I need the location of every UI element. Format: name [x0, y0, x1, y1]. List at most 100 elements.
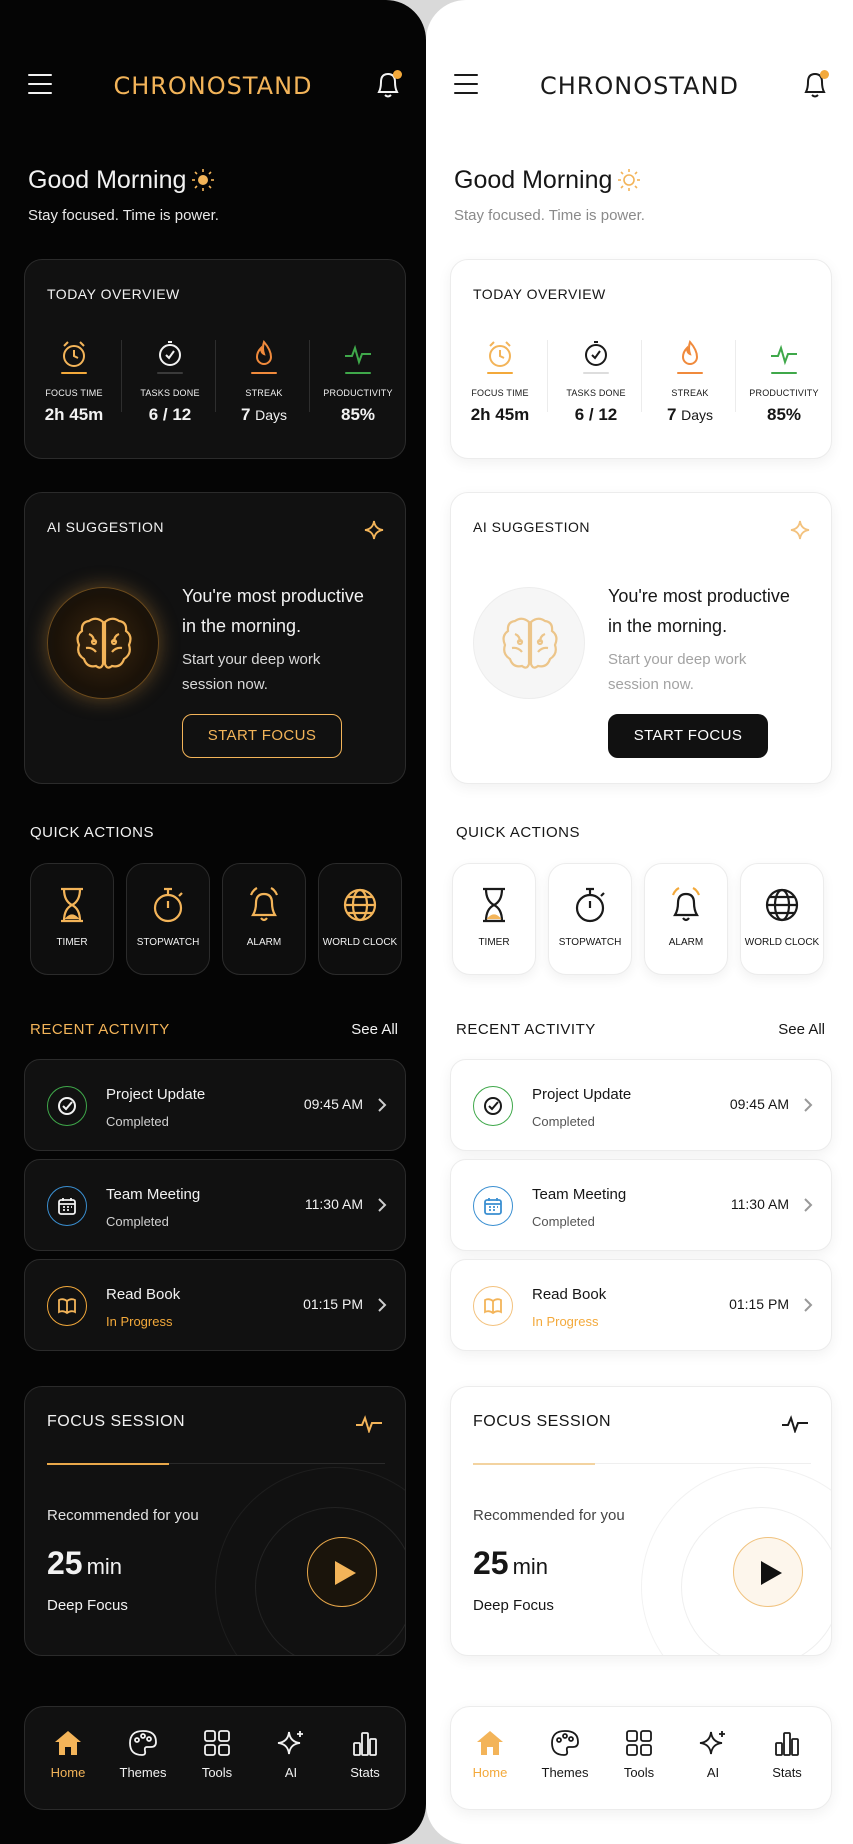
activity-time: 09:45 AM [303, 1096, 363, 1112]
activity-time: 11:30 AM [304, 1196, 363, 1212]
pulse-icon [356, 1415, 382, 1433]
alarm-clock-icon [489, 341, 511, 367]
stat-label: STREAK [671, 388, 709, 398]
play-button[interactable] [307, 1537, 377, 1607]
nav-tools[interactable]: Tools [604, 1729, 674, 1780]
activity-status: In Progress [532, 1314, 599, 1329]
nav-tools[interactable]: Tools [182, 1729, 252, 1780]
alarm-clock-icon [63, 341, 85, 367]
session-duration: 25 min [473, 1545, 549, 1581]
globe-icon [343, 888, 377, 922]
bottom-navigation: Home Themes Tools AI Stats [450, 1706, 832, 1810]
sparkle-icon [790, 520, 810, 540]
ai-suggestion-card: AI SUGGESTION You're most productive in … [450, 492, 832, 784]
start-focus-button[interactable]: START FOCUS [182, 714, 342, 758]
stat-tasks-done: TASKS DONE 6 / 12 [123, 338, 217, 425]
stat-underline [251, 372, 277, 374]
stat-value: 85% [766, 405, 802, 424]
flame-icon [255, 340, 273, 365]
quick-action-timer[interactable]: TIMER [30, 863, 114, 975]
sparkle-icon [277, 1731, 303, 1755]
quick-action-world-clock[interactable]: WORLD CLOCK [318, 863, 402, 975]
nav-label: Themes [119, 1765, 167, 1780]
ai-card-title: AI SUGGESTION [47, 519, 164, 535]
globe-icon [765, 888, 799, 922]
divider [641, 340, 642, 412]
focus-session-card: FOCUS SESSION Recommended for you 25 min … [24, 1386, 406, 1656]
divider [735, 340, 736, 412]
activity-item-team-meeting[interactable]: Team Meeting Completed 11:30 AM [24, 1159, 406, 1251]
pulse-icon [771, 344, 797, 366]
quick-action-stopwatch[interactable]: STOPWATCH [126, 863, 210, 975]
nav-stats[interactable]: Stats [330, 1729, 400, 1780]
notification-bell-icon[interactable] [801, 68, 829, 100]
quick-action-alarm[interactable]: ALARM [644, 863, 728, 975]
activity-name: Read Book [106, 1286, 181, 1303]
stat-value: 6 / 12 [148, 405, 192, 424]
chevron-right-icon [378, 1298, 387, 1312]
today-overview-card: TODAY OVERVIEW FOCUS TIME 2h 45m TASKS D… [450, 259, 832, 459]
ai-suggestion-card: AI SUGGESTION You're most productive in … [24, 492, 406, 784]
pulse-icon [782, 1415, 808, 1433]
activity-item-project-update[interactable]: Project Update Completed 09:45 AM [450, 1059, 832, 1151]
nav-label: Tools [201, 1765, 233, 1780]
stat-streak: STREAK 7 Days [643, 338, 737, 425]
divider [215, 340, 216, 412]
stat-productivity: PRODUCTIVITY 85% [737, 338, 831, 425]
stat-label: TASKS DONE [140, 388, 200, 398]
quick-action-stopwatch[interactable]: STOPWATCH [548, 863, 632, 975]
session-progress-line [473, 1462, 811, 1465]
ai-body: Start your deep work session now. [608, 651, 747, 693]
nav-stats[interactable]: Stats [752, 1729, 822, 1780]
activity-name: Team Meeting [106, 1186, 201, 1203]
brain-icon [502, 617, 558, 669]
activity-name: Project Update [106, 1086, 206, 1103]
hourglass-icon [61, 887, 83, 923]
check-circle-icon [47, 1086, 87, 1126]
activity-item-project-update[interactable]: Project Update Completed 09:45 AM [24, 1059, 406, 1151]
quick-action-world-clock[interactable]: WORLD CLOCK [740, 863, 824, 975]
see-all-link[interactable]: See All [351, 1021, 398, 1038]
nav-themes[interactable]: Themes [530, 1729, 600, 1780]
ai-headline: You're most productive in the morning. [182, 586, 364, 636]
app-title: CHRONOSTAND [539, 72, 740, 100]
notification-dot [820, 70, 829, 79]
see-all-link[interactable]: See All [778, 1021, 825, 1038]
nav-themes[interactable]: Themes [108, 1729, 178, 1780]
alarm-bell-icon [671, 887, 701, 922]
palette-icon [551, 1730, 579, 1756]
activity-status: Completed [532, 1214, 595, 1229]
book-icon [47, 1286, 87, 1326]
nav-ai[interactable]: AI [678, 1729, 748, 1780]
today-overview-card: TODAY OVERVIEW FOCUS TIME 2h 45m TASKS D… [24, 259, 406, 459]
activity-item-read-book[interactable]: Read Book In Progress 01:15 PM [450, 1259, 832, 1351]
divider [309, 340, 310, 412]
quick-actions-title: QUICK ACTIONS [456, 824, 581, 841]
nav-ai[interactable]: AI [256, 1729, 326, 1780]
activity-item-team-meeting[interactable]: Team Meeting Completed 11:30 AM [450, 1159, 832, 1251]
quick-action-label: TIMER [56, 937, 88, 948]
stat-focus-time: FOCUS TIME 2h 45m [453, 338, 547, 425]
brain-illustration [47, 587, 159, 699]
stat-streak: STREAK 7 Days [217, 338, 311, 425]
session-type: Deep Focus [47, 1597, 128, 1614]
nav-home[interactable]: Home [33, 1729, 103, 1780]
nav-home[interactable]: Home [455, 1729, 525, 1780]
app-title: CHRONOSTAND [113, 72, 313, 100]
start-focus-button[interactable]: START FOCUS [608, 714, 768, 758]
stopwatch-icon [575, 887, 605, 923]
quick-action-alarm[interactable]: ALARM [222, 863, 306, 975]
activity-name: Team Meeting [532, 1186, 627, 1203]
stat-label: PRODUCTIVITY [323, 388, 393, 398]
play-button[interactable] [733, 1537, 803, 1607]
notification-bell-icon[interactable] [374, 68, 402, 100]
stat-label: TASKS DONE [566, 388, 626, 398]
stat-focus-time: FOCUS TIME 2h 45m [27, 338, 121, 425]
stat-underline [157, 372, 183, 374]
nav-label: Themes [541, 1765, 589, 1780]
activity-item-read-book[interactable]: Read Book In Progress 01:15 PM [24, 1259, 406, 1351]
sun-icon [192, 169, 215, 198]
stat-value: 85% [340, 405, 376, 424]
stat-value: 6 / 12 [574, 405, 618, 424]
quick-action-timer[interactable]: TIMER [452, 863, 536, 975]
